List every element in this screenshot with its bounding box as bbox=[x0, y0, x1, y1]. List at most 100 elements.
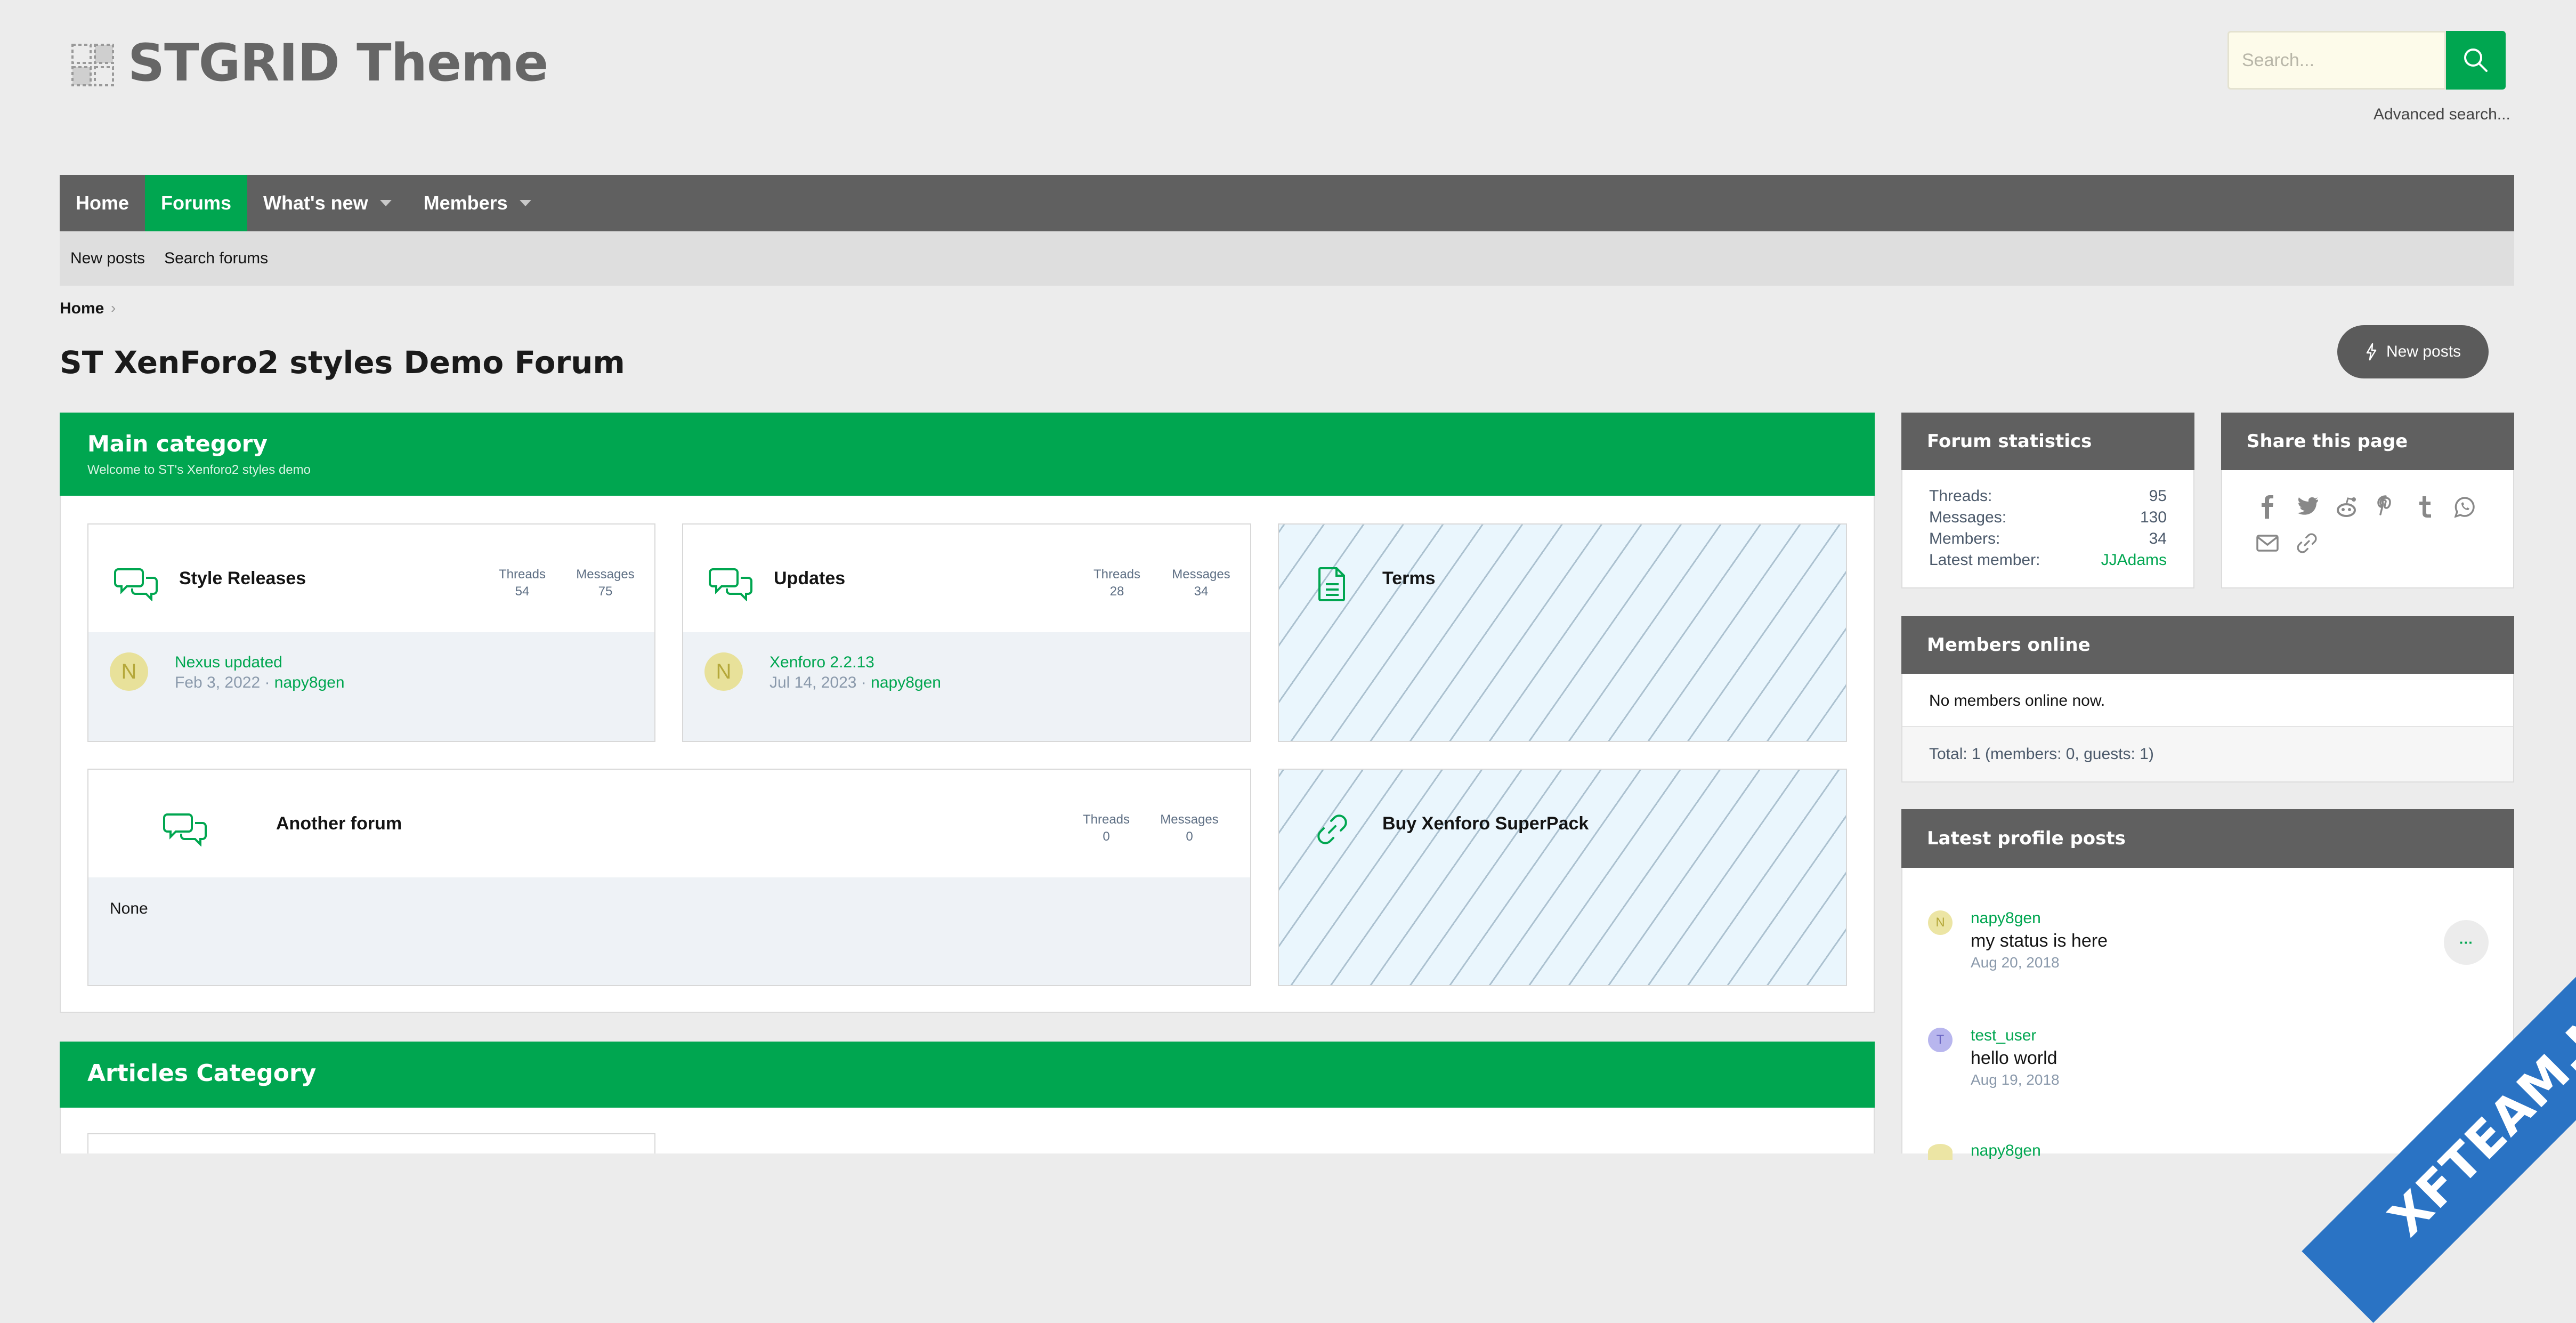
search-button[interactable] bbox=[2446, 31, 2506, 90]
category-title[interactable]: Main category bbox=[87, 431, 268, 457]
category-header bbox=[60, 1042, 1875, 1108]
block-header: Members online bbox=[1901, 616, 2514, 674]
whatsapp-icon[interactable] bbox=[2452, 495, 2477, 519]
threads-label: Threads bbox=[498, 567, 546, 582]
chevron-down-icon[interactable] bbox=[379, 200, 392, 206]
tab-members[interactable]: Members bbox=[408, 175, 547, 231]
stat-value: 130 bbox=[2140, 509, 2167, 526]
breadcrumb-home[interactable]: Home bbox=[60, 300, 104, 318]
chat-bubbles-icon bbox=[709, 564, 754, 604]
profile-post-date[interactable]: Aug 20, 2018 bbox=[1971, 954, 2060, 971]
chat-bubbles-icon bbox=[163, 809, 208, 849]
tab-forums[interactable]: Forums bbox=[145, 175, 248, 231]
reddit-icon[interactable] bbox=[2334, 495, 2359, 519]
avatar[interactable] bbox=[1928, 1144, 1953, 1160]
chevron-right-icon: › bbox=[111, 300, 116, 316]
tab-label: Home bbox=[76, 192, 129, 214]
facebook-icon[interactable] bbox=[2255, 495, 2280, 519]
profile-post-user[interactable]: napy8gen bbox=[1971, 909, 2041, 927]
twitter-icon[interactable] bbox=[2295, 495, 2319, 519]
last-post-date[interactable]: Jul 14, 2023 bbox=[769, 674, 856, 691]
forum-title[interactable]: Another forum bbox=[276, 813, 402, 834]
last-post-area bbox=[88, 632, 654, 741]
new-posts-button[interactable]: New posts bbox=[2337, 325, 2489, 378]
threads-count: 54 bbox=[515, 584, 530, 599]
link-node[interactable] bbox=[1278, 769, 1847, 986]
threads-count: 28 bbox=[1109, 584, 1124, 599]
email-icon[interactable] bbox=[2255, 531, 2280, 555]
tab-whats-new[interactable]: What's new bbox=[247, 175, 408, 231]
messages-count: 75 bbox=[598, 584, 613, 599]
messages-count: 34 bbox=[1194, 584, 1209, 599]
more-options-button[interactable]: ··· bbox=[2444, 920, 2489, 965]
forum-title[interactable]: Updates bbox=[774, 568, 845, 589]
category-description: Welcome to ST's Xenforo2 styles demo bbox=[87, 463, 311, 477]
profile-post-date[interactable]: Aug 19, 2018 bbox=[1971, 1071, 2060, 1088]
forum-title[interactable]: Buy Xenforo SuperPack bbox=[1382, 813, 1589, 834]
forum-title[interactable]: Terms bbox=[1382, 568, 1436, 589]
avatar[interactable]: N bbox=[110, 652, 148, 691]
new-posts-label: New posts bbox=[2386, 343, 2461, 360]
search-icon bbox=[2464, 49, 2488, 72]
block-title[interactable]: Members online bbox=[1927, 634, 2091, 656]
last-post-title[interactable]: Nexus updated bbox=[175, 654, 282, 672]
messages-label: Messages bbox=[576, 567, 635, 582]
stat-value: 95 bbox=[2149, 487, 2167, 505]
document-icon bbox=[1317, 566, 1347, 605]
page-title: ST XenForo2 styles Demo Forum bbox=[60, 344, 625, 381]
link-icon[interactable] bbox=[2295, 531, 2319, 555]
stat-label: Messages: bbox=[1929, 509, 2007, 526]
block-header: Forum statistics bbox=[1901, 413, 2194, 470]
sub-nav: New posts Search forums bbox=[60, 231, 2514, 286]
logo-icon bbox=[70, 43, 115, 87]
threads-count: 0 bbox=[1103, 829, 1110, 844]
page-node[interactable] bbox=[1278, 523, 1847, 742]
chevron-down-icon[interactable] bbox=[519, 200, 531, 206]
stat-label: Threads: bbox=[1929, 487, 1992, 505]
tab-label: What's new bbox=[263, 192, 368, 214]
last-post-area bbox=[683, 632, 1250, 741]
last-post-title[interactable]: Xenforo 2.2.13 bbox=[769, 654, 874, 672]
main-nav: Home Forums What's new Members bbox=[60, 175, 2514, 231]
messages-count: 0 bbox=[1186, 829, 1193, 844]
last-post-user[interactable]: napy8gen bbox=[871, 674, 941, 691]
last-post-none: None bbox=[110, 900, 148, 917]
chat-bubbles-icon bbox=[114, 564, 159, 604]
tab-label: Members bbox=[423, 192, 508, 214]
block-title: Share this page bbox=[2247, 431, 2408, 452]
subnav-new-posts[interactable]: New posts bbox=[70, 249, 145, 268]
profile-post-message: my status is here bbox=[1971, 931, 2108, 951]
profile-post-user[interactable]: napy8gen bbox=[1971, 1142, 2041, 1160]
profile-post-user[interactable]: test_user bbox=[1971, 1027, 2036, 1045]
search-input[interactable] bbox=[2227, 31, 2446, 90]
latest-member-link[interactable]: JJAdams bbox=[2078, 551, 2167, 569]
avatar[interactable]: T bbox=[1928, 1028, 1953, 1052]
last-post-meta: Feb 3, 2022 · napy8gen bbox=[175, 674, 345, 691]
advanced-search-link[interactable]: Advanced search... bbox=[2374, 106, 2510, 124]
last-post-user[interactable]: napy8gen bbox=[274, 674, 345, 691]
last-post-area bbox=[88, 877, 1250, 985]
forum-node[interactable] bbox=[87, 1133, 655, 1153]
threads-label: Threads bbox=[1093, 567, 1141, 582]
tumblr-icon[interactable] bbox=[2413, 495, 2437, 519]
subnav-search-forums[interactable]: Search forums bbox=[164, 249, 268, 268]
pinterest-icon[interactable] bbox=[2374, 495, 2398, 519]
forum-title[interactable]: Style Releases bbox=[179, 568, 306, 589]
stat-value: 34 bbox=[2149, 530, 2167, 547]
stat-label: Latest member: bbox=[1929, 551, 2040, 569]
tab-home[interactable]: Home bbox=[60, 175, 145, 231]
site-logo[interactable]: STGRID Theme bbox=[128, 33, 548, 93]
lightning-icon bbox=[2366, 343, 2377, 361]
last-post-date[interactable]: Feb 3, 2022 bbox=[175, 674, 260, 691]
profile-post-message: hello world bbox=[1971, 1048, 2057, 1068]
category-header bbox=[60, 413, 1875, 496]
category-title[interactable]: Articles Category bbox=[87, 1060, 316, 1087]
avatar[interactable]: N bbox=[704, 652, 743, 691]
messages-label: Messages bbox=[1160, 812, 1219, 827]
block-title[interactable]: Latest profile posts bbox=[1927, 828, 2126, 849]
members-online-total: Total: 1 (members: 0, guests: 1) bbox=[1929, 745, 2154, 763]
threads-label: Threads bbox=[1082, 812, 1130, 827]
avatar[interactable]: N bbox=[1928, 910, 1953, 935]
link-icon bbox=[1315, 812, 1349, 849]
block-header: Share this page bbox=[2221, 413, 2514, 470]
